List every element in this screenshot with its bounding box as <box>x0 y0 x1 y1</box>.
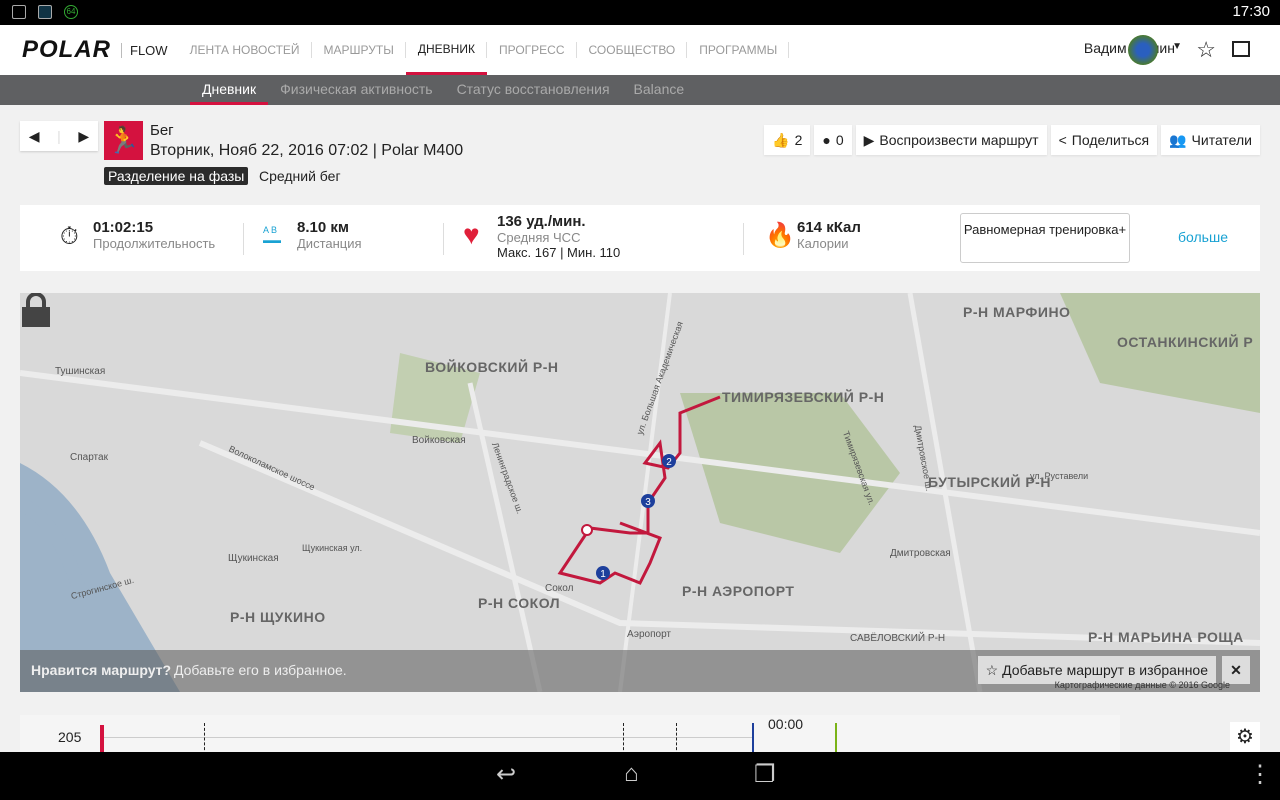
station-label: Дмитровская <box>890 548 951 559</box>
cursor-time: 00:00 <box>768 716 804 732</box>
station-label: Спартак <box>70 452 108 463</box>
android-nav-bar: ↩ ⌂ ❐ ⋮ <box>0 752 1280 800</box>
prompt-hint: Добавьте его в избранное. <box>174 662 347 678</box>
people-icon: 👥 <box>1169 131 1187 148</box>
calories-value: 614 кКал <box>797 219 861 236</box>
route-marker: 2 <box>666 457 672 468</box>
badge-icon: 64 <box>64 5 78 19</box>
tab-balance[interactable]: Balance <box>622 75 697 105</box>
map-label: ВОЙКОВСКИЙ Р-Н <box>425 359 559 375</box>
tab-recovery[interactable]: Статус восстановления <box>445 75 622 105</box>
menu-icon[interactable]: ⋮ <box>1248 760 1272 789</box>
hr-minmax: Макс. 167 | Мин. 110 <box>497 245 621 260</box>
polar-logo[interactable]: POLAR <box>22 36 111 64</box>
map-label: ТИМИРЯЗЕВСКИЙ Р-Н <box>722 389 885 405</box>
map-attribution[interactable]: Картографические данные © 2016 Google <box>1055 680 1230 690</box>
clock: 17:30 <box>1232 3 1270 20</box>
hr-value: 136 уд./мин. <box>497 213 586 230</box>
sport-name: Бег <box>150 122 174 139</box>
home-icon[interactable]: ⌂ <box>624 760 639 788</box>
phase-label: Разделение на фазы <box>104 167 249 185</box>
stopwatch-icon: ⏱ <box>60 223 79 250</box>
nav-programs[interactable]: ПРОГРАММЫ <box>687 25 790 75</box>
street-label: Щукинская ул. <box>302 543 363 553</box>
flow-label: FLOW <box>121 42 168 58</box>
map-label: Р-Н МАРФИНО <box>963 304 1071 320</box>
map-label: ОСТАНКИНСКИЙ Р <box>1117 334 1254 350</box>
gear-icon[interactable]: ⚙ <box>1230 722 1260 752</box>
nav-diary[interactable]: ДНЕВНИК <box>405 25 488 75</box>
share-icon: < <box>1058 132 1067 148</box>
star-icon[interactable]: ☆ <box>1196 37 1216 63</box>
calendar-icon <box>38 5 52 19</box>
duration-label: Продолжительность <box>93 236 216 251</box>
notification-icon <box>12 5 26 19</box>
lock-icon[interactable] <box>20 293 52 327</box>
back-icon[interactable]: ↩ <box>496 760 516 789</box>
nav-routes[interactable]: МАРШРУТЫ <box>312 25 407 75</box>
flame-icon: 🔥 <box>765 222 795 249</box>
share-button[interactable]: < Поделиться <box>1050 125 1158 155</box>
route-marker: 1 <box>600 569 606 580</box>
hr-label: Средняя ЧСС <box>497 230 581 245</box>
station-label: Сокол <box>545 583 574 594</box>
message-icon[interactable] <box>1232 41 1250 57</box>
followers-button[interactable]: 👥 Читатели <box>1161 125 1260 155</box>
street-label: ул. Руставели <box>1030 471 1089 481</box>
route-map[interactable]: 2 3 1 ВОЙКОВСКИЙ Р-Н ТИМИРЯЗЕВСКИЙ Р-Н Р… <box>20 293 1260 692</box>
nav-feed[interactable]: ЛЕНТА НОВОСТЕЙ <box>178 25 312 75</box>
like-button[interactable]: 👍 2 <box>764 125 811 155</box>
replay-button[interactable]: ▶ Воспроизвести маршрут <box>855 125 1047 155</box>
prompt-question: Нравится маршрут? <box>31 662 172 678</box>
running-icon: 🏃 <box>104 121 143 160</box>
distance-label: Дистанция <box>297 236 362 251</box>
tab-diary[interactable]: Дневник <box>190 75 269 105</box>
nav-community[interactable]: СООБЩЕСТВО <box>577 25 688 75</box>
sub-nav: Дневник Физическая активность Статус вос… <box>0 75 1280 105</box>
tab-activity[interactable]: Физическая активность <box>268 75 444 105</box>
prev-icon[interactable]: ◀ <box>29 128 40 145</box>
station-label: Аэропорт <box>627 629 672 640</box>
distance-value: 8.10 км <box>297 219 349 236</box>
thumbs-up-icon: 👍 <box>772 131 790 148</box>
map-label: Р-Н СОКОЛ <box>478 595 561 611</box>
training-benefit-button[interactable]: Равномерная тренировка+ <box>960 213 1130 263</box>
hr-chart: 205 00:00 <box>20 715 1120 755</box>
map-label: Р-Н АЭРОПОРТ <box>682 583 795 599</box>
map-label: САВЁЛОВСКИЙ Р-Н <box>850 633 946 644</box>
comment-icon: ● <box>822 132 831 148</box>
station-label: Войковская <box>412 435 466 446</box>
play-icon: ▶ <box>863 131 875 148</box>
session-pager: ◀ | ▶ <box>20 121 98 151</box>
calories-label: Калории <box>797 236 849 251</box>
y-tick: 205 <box>58 729 82 745</box>
station-label: Щукинская <box>228 553 279 564</box>
recent-apps-icon[interactable]: ❐ <box>754 760 776 789</box>
session-date: Вторник, Нояб 22, 2016 07:02 | Polar M40… <box>150 142 464 159</box>
station-label: Тушинская <box>55 366 106 377</box>
top-nav: POLAR FLOW ЛЕНТА НОВОСТЕЙ МАРШРУТЫ ДНЕВН… <box>0 25 1280 75</box>
stats-panel: ⏱ 01:02:15 Продолжительность A B ▬▬ 8.10 к… <box>20 205 1260 271</box>
more-link[interactable]: больше <box>1178 229 1228 245</box>
heart-icon: ♥ <box>463 219 480 250</box>
map-label: Р-Н МАРЬИНА РОЩА <box>1088 629 1244 645</box>
next-icon[interactable]: ▶ <box>78 128 89 145</box>
map-label: Р-Н ЩУКИНО <box>230 609 326 625</box>
phase-value: Средний бег <box>259 168 341 184</box>
distance-icon: A B ▬▬ <box>263 225 281 245</box>
comment-button[interactable]: ● 0 <box>814 125 852 155</box>
star-icon: ☆ <box>985 661 999 678</box>
favorite-prompt-bar: Нравится маршрут? Добавьте его в избранн… <box>20 650 1260 692</box>
duration-value: 01:02:15 <box>93 219 154 236</box>
route-marker: 3 <box>645 497 651 508</box>
nav-progress[interactable]: ПРОГРЕСС <box>487 25 577 75</box>
chevron-down-icon[interactable]: ▼ <box>1172 41 1182 52</box>
status-bar: 64 17:30 <box>0 0 1280 25</box>
avatar[interactable] <box>1128 35 1158 65</box>
